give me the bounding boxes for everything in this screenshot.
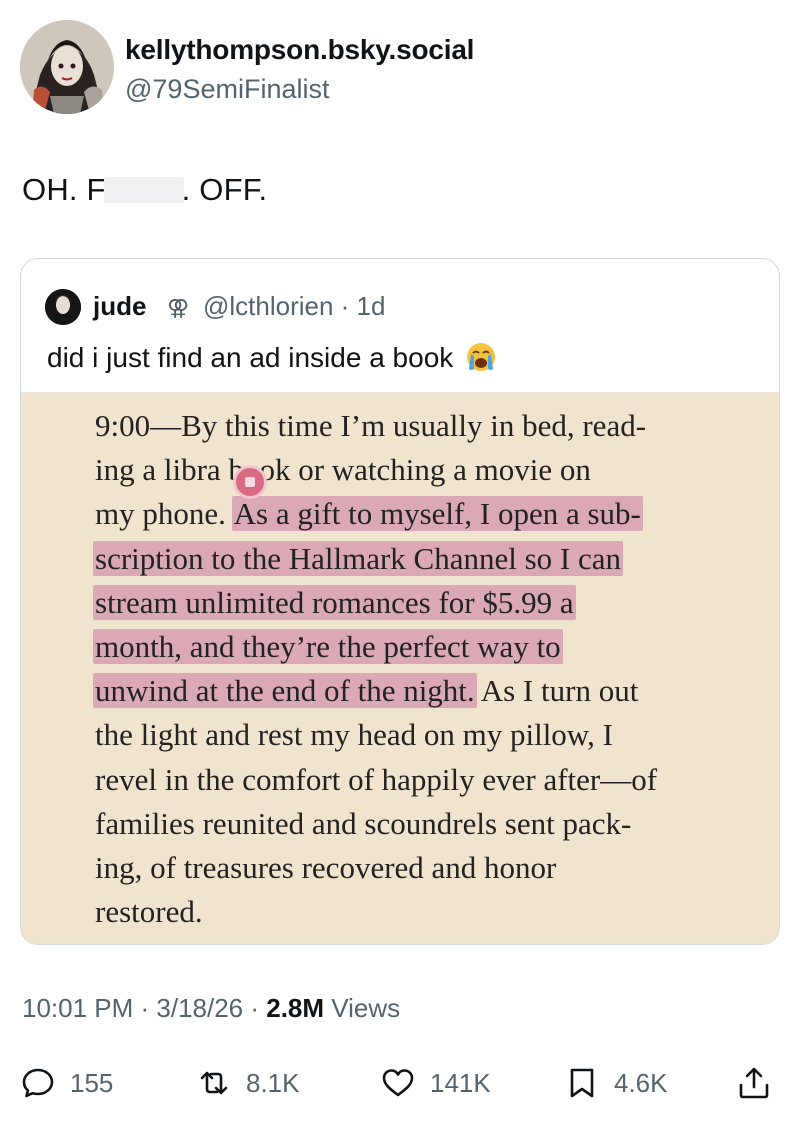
book-line: unwind at the end of the night. As I tur… (93, 669, 657, 713)
highlighted-text[interactable]: scription to the Hallmark Channel so I c… (93, 540, 624, 576)
quoted-post-text: did i just find an ad inside a book (47, 341, 497, 374)
reply-icon (22, 1068, 54, 1098)
book-line-text: As I turn out (474, 673, 639, 709)
post-meta: 10:01 PM · 3/18/26 · 2.8M Views (22, 993, 400, 1024)
book-line: the light and rest my head on my pillow,… (95, 713, 657, 757)
highlighted-text[interactable]: unwind at the end of the night. (93, 673, 477, 709)
repost-icon (200, 1071, 228, 1095)
author-avatar[interactable] (20, 20, 114, 114)
lesbian-symbol-icon: ⚢ (167, 295, 190, 320)
avatar-illustration-icon (20, 20, 114, 114)
like-button[interactable]: 141K (380, 1060, 491, 1106)
redaction-blur (103, 177, 184, 203)
book-line-text: revel in the comfort of happily ever aft… (95, 761, 658, 797)
post-timestamp[interactable]: 10:01 PM · 3/18/26 · (22, 993, 266, 1023)
bookmark-icon (570, 1068, 594, 1098)
loudly-crying-face-icon (467, 343, 496, 371)
author-display-name[interactable]: kellythompson.bsky.social (125, 34, 474, 66)
quoted-avatar-icon (45, 289, 81, 325)
bookmark-button[interactable]: 4.6K (564, 1060, 668, 1106)
author-handle[interactable]: @79SemiFinalist (125, 74, 329, 105)
book-line: month, and they’re the perfect way to (93, 625, 657, 669)
quoted-post[interactable]: jude ⚢ @lcthlorien · 1d did i just find … (20, 258, 780, 945)
heart-icon (382, 1069, 414, 1097)
views-count: 2.8M (266, 993, 325, 1023)
post-header: kellythompson.bsky.social @79SemiFinalis… (20, 20, 780, 120)
views-label: Views (324, 993, 401, 1023)
highlighted-text[interactable]: month, and they’re the perfect way to (93, 628, 563, 664)
book-line-text: ing, of treasures recovered and honor (95, 849, 557, 885)
quoted-author-handle[interactable]: @lcthlorien · 1d (203, 291, 385, 322)
book-line-text: ing a libra (95, 452, 221, 488)
book-line-text: my phone. (95, 496, 234, 532)
quoted-author-avatar[interactable] (45, 289, 81, 325)
book-line: 9:00—By this time I’m usually in bed, re… (95, 404, 657, 448)
reply-count: 155 (70, 1067, 114, 1098)
book-line: restored. (95, 890, 657, 934)
book-line: scription to the Hallmark Channel so I c… (93, 537, 657, 581)
share-icon (739, 1067, 769, 1099)
book-line: my phone. As a gift to myself, I open a … (95, 492, 657, 536)
book-line-text: restored. (95, 894, 203, 930)
book-page-text: 9:00—By this time I’m usually in bed, re… (93, 404, 657, 934)
book-line-text: families reunited and scoundrels sent pa… (95, 805, 632, 841)
selection-handle-icon[interactable] (233, 465, 267, 499)
action-bar: 155 8.1K 141K 4.6K (20, 1060, 780, 1106)
book-line: families reunited and scoundrels sent pa… (95, 802, 657, 846)
bookmark-count: 4.6K (614, 1067, 668, 1098)
share-button[interactable] (736, 1060, 772, 1106)
quoted-text-content: did i just find an ad inside a book (47, 342, 454, 373)
repost-count: 8.1K (246, 1067, 300, 1098)
book-line: ing a libra book or watching a movie on (95, 448, 657, 492)
book-line: ing, of treasures recovered and honor (95, 846, 657, 890)
post-text-end: . OFF. (181, 172, 268, 207)
book-line-text: book or watching a movie on (220, 452, 591, 488)
reply-button[interactable]: 155 (20, 1060, 113, 1106)
post-text-start: OH. F (22, 172, 106, 207)
repost-button[interactable]: 8.1K (196, 1060, 300, 1106)
post-text: OH. F . OFF. (22, 172, 267, 208)
like-count: 141K (430, 1067, 491, 1098)
book-line-text: 9:00—By this time I’m usually in bed, re… (95, 408, 647, 443)
quoted-author-name[interactable]: jude (93, 291, 146, 322)
highlighted-text[interactable]: stream unlimited romances for $5.99 a (93, 584, 576, 620)
highlighted-text[interactable]: As a gift to myself, I open a sub- (231, 496, 643, 532)
book-line: revel in the comfort of happily ever aft… (95, 758, 657, 802)
book-line: stream unlimited romances for $5.99 a (93, 581, 657, 625)
quoted-post-header: jude ⚢ @lcthlorien · 1d (45, 287, 745, 327)
book-line-text: the light and rest my head on my pillow,… (95, 717, 614, 753)
book-page-image: 9:00—By this time I’m usually in bed, re… (21, 392, 779, 944)
